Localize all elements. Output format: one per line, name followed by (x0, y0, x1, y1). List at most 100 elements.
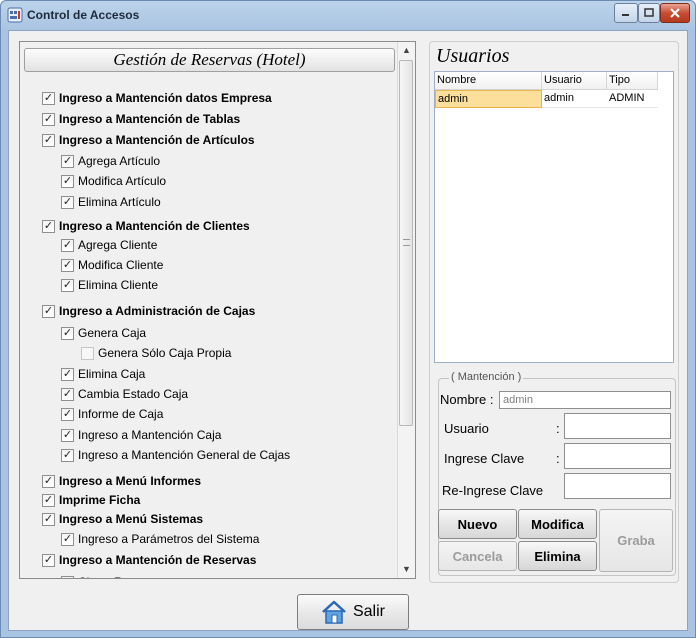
checkbox-checked-icon[interactable]: ✓ (61, 174, 74, 188)
checkbox-checked-icon[interactable]: ✓ (61, 238, 74, 252)
modifica-button[interactable]: Modifica (518, 509, 597, 539)
permission-label: Ingreso a Mantención General de Cajas (78, 448, 291, 462)
clave-colon: : (556, 451, 560, 466)
permission-label: Cierra Reserva (78, 575, 159, 578)
checkbox-checked-icon[interactable]: ✓ (61, 258, 74, 272)
usuario-colon: : (556, 421, 560, 436)
salir-button[interactable]: Salir (297, 594, 409, 630)
permission-label: Modifica Cliente (78, 258, 164, 272)
permission-item[interactable]: ✓ Ingreso a Mantención de Reservas (42, 552, 256, 568)
checkbox-checked-icon[interactable]: ✓ (61, 387, 74, 401)
permission-item[interactable]: ✓ Elimina Caja (61, 366, 145, 382)
permission-item[interactable]: ✓ Elimina Artículo (61, 194, 161, 210)
users-panel: Usuarios Nombre Usuario Tipo admin admin… (429, 41, 679, 583)
checkbox-checked-icon[interactable]: ✓ (42, 219, 55, 233)
permission-item[interactable]: ✓ Ingreso a Mantención de Tablas (42, 111, 240, 127)
checkbox-checked-icon[interactable]: ✓ (61, 575, 74, 578)
permission-item[interactable]: ✓ Genera Caja (61, 325, 146, 341)
title-bar[interactable]: Control de Accesos (1, 1, 695, 29)
table-cell-tipo[interactable]: ADMIN (607, 90, 658, 108)
permission-label: Cambia Estado Caja (78, 387, 189, 401)
permission-item[interactable]: ✓ Agrega Artículo (61, 153, 160, 169)
checkbox-checked-icon[interactable]: ✓ (61, 195, 74, 209)
close-button[interactable] (660, 3, 690, 23)
close-icon (670, 8, 680, 18)
checkbox-checked-icon[interactable]: ✓ (61, 532, 74, 546)
permission-item[interactable]: ✓ Ingreso a Mantención datos Empresa (42, 90, 272, 106)
permission-item[interactable]: ✓ Ingreso a Mantención Caja (61, 427, 221, 443)
permission-item[interactable]: ✓ Ingreso a Mantención de Artículos (42, 132, 255, 148)
table-cell-nombre[interactable]: admin (435, 90, 542, 108)
checkbox-checked-icon[interactable]: ✓ (61, 154, 74, 168)
checkbox-checked-icon[interactable]: ✓ (42, 512, 55, 526)
checkbox-checked-icon[interactable]: ✓ (61, 367, 74, 381)
permission-label: Elimina Artículo (78, 195, 161, 209)
graba-button[interactable]: Graba (599, 509, 673, 572)
permission-label: Elimina Cliente (78, 278, 159, 292)
checkbox-checked-icon[interactable]: ✓ (42, 474, 55, 488)
home-icon (322, 600, 346, 624)
nombre-field[interactable]: admin (499, 391, 671, 409)
permission-label: Ingreso a Administración de Cajas (59, 304, 256, 318)
checkbox-checked-icon[interactable]: ✓ (61, 428, 74, 442)
checkbox-checked-icon[interactable]: ✓ (42, 91, 55, 105)
permission-item[interactable]: ✓ Modifica Cliente (61, 257, 163, 273)
permission-item[interactable]: ✓ Ingreso a Mantención de Clientes (42, 218, 250, 234)
permissions-panel: Gestión de Reservas (Hotel) ✓ Ingreso a M… (19, 41, 416, 579)
checkbox-checked-icon[interactable]: ✓ (42, 493, 55, 507)
checkbox-checked-icon[interactable]: ✓ (42, 133, 55, 147)
permission-label: Modifica Artículo (78, 174, 167, 188)
table-cell-usuario[interactable]: admin (542, 90, 607, 108)
keyboard-app-icon (7, 7, 23, 23)
permission-item[interactable]: ✓ Modifica Artículo (61, 173, 166, 189)
vertical-scrollbar[interactable]: ▲ ▼ (397, 42, 415, 578)
checkbox-checked-icon[interactable]: ✓ (61, 407, 74, 421)
reclave-field[interactable] (564, 473, 671, 499)
permission-item[interactable]: ✓ Ingreso a Administración de Cajas (42, 303, 255, 319)
checkbox-unchecked-icon[interactable] (81, 346, 94, 360)
permission-item[interactable]: ✓ Imprime Ficha (42, 492, 140, 508)
scroll-up-arrow-icon[interactable]: ▲ (398, 42, 415, 59)
column-header-usuario[interactable]: Usuario (542, 72, 607, 90)
salir-label: Salir (352, 603, 385, 620)
usuario-field[interactable] (564, 413, 671, 439)
permission-label: Ingreso a Parámetros del Sistema (78, 532, 260, 546)
permission-label: Ingreso a Mantención de Artículos (59, 133, 255, 147)
scrollbar-thumb[interactable] (399, 60, 413, 426)
maintenance-group: ( Mantención ) Nombre : admin Usuario : … (438, 371, 676, 576)
clave-field[interactable] (564, 443, 671, 469)
maximize-button[interactable] (638, 3, 660, 23)
window-title: Control de Accesos (27, 8, 140, 22)
checkbox-checked-icon[interactable]: ✓ (42, 112, 55, 126)
permission-item[interactable]: ✓ Agrega Cliente (61, 237, 157, 253)
permission-item[interactable]: ✓ Cambia Estado Caja (61, 386, 188, 402)
permission-item[interactable]: ✓ Ingreso a Mantención General de Cajas (61, 447, 290, 463)
permission-label: Ingreso a Menú Sistemas (59, 512, 204, 526)
checkbox-checked-icon[interactable]: ✓ (42, 304, 55, 318)
column-header-tipo[interactable]: Tipo (607, 72, 658, 90)
usuario-label: Usuario (444, 421, 489, 436)
checkbox-checked-icon[interactable]: ✓ (42, 553, 55, 567)
minimize-button[interactable] (614, 3, 638, 23)
elimina-button[interactable]: Elimina (518, 541, 597, 571)
permission-item[interactable]: ✓ Informe de Caja (61, 406, 163, 422)
column-header-nombre[interactable]: Nombre (435, 72, 542, 90)
checkbox-checked-icon[interactable]: ✓ (61, 278, 74, 292)
permission-item[interactable]: ✓ Ingreso a Menú Sistemas (42, 511, 203, 527)
users-table[interactable]: Nombre Usuario Tipo admin admin ADMIN (434, 71, 674, 363)
permission-item[interactable]: ✓ Elimina Cliente (61, 277, 158, 293)
checkbox-checked-icon[interactable]: ✓ (61, 326, 74, 340)
nuevo-button[interactable]: Nuevo (438, 509, 517, 539)
checkbox-checked-icon[interactable]: ✓ (61, 448, 74, 462)
permission-item[interactable]: ✓ Ingreso a Menú Informes (42, 473, 201, 489)
permission-label: Genera Caja (78, 326, 147, 340)
cancela-button[interactable]: Cancela (438, 541, 517, 571)
scroll-down-arrow-icon[interactable]: ▼ (398, 561, 415, 578)
permission-item[interactable]: Genera Sólo Caja Propia (81, 345, 231, 361)
nombre-label: Nombre : (440, 392, 494, 407)
maintenance-legend: ( Mantención ) (449, 371, 524, 383)
permission-label: Informe de Caja (78, 407, 164, 421)
permission-label: Ingreso a Mantención de Tablas (59, 112, 241, 126)
permission-item[interactable]: ✓ Cierra Reserva (61, 574, 159, 578)
permission-item[interactable]: ✓ Ingreso a Parámetros del Sistema (61, 531, 259, 547)
